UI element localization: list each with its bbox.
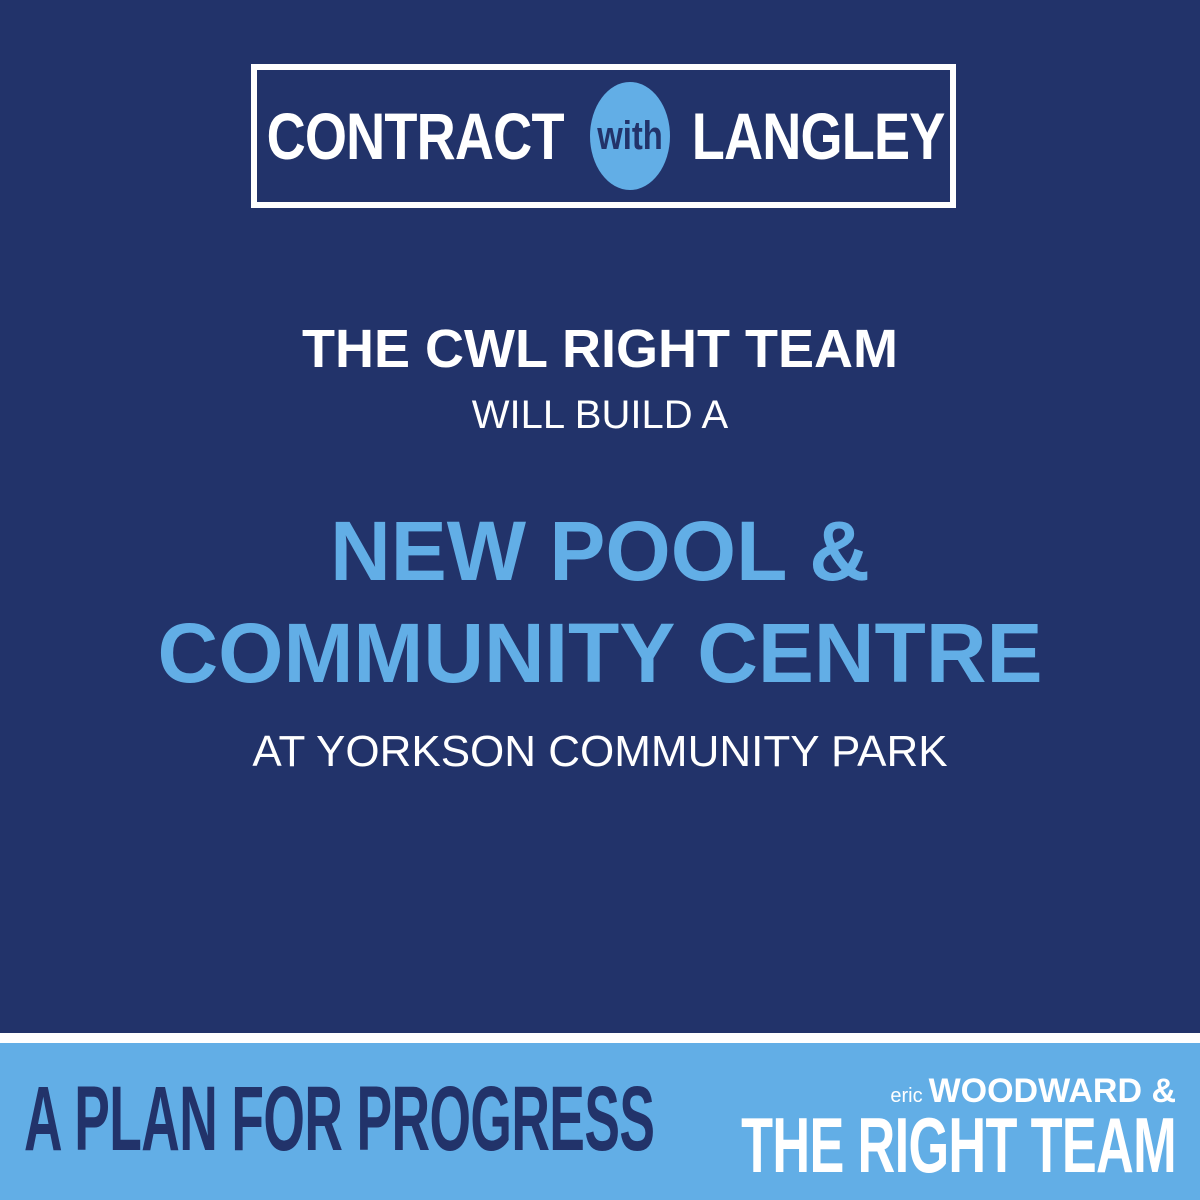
highlight-new-pool: NEW POOL &: [330, 504, 870, 598]
logo-word-langley: LANGLEY: [692, 99, 946, 173]
headline-will-build: WILL BUILD A: [471, 393, 729, 437]
logo-word-with: with: [597, 114, 664, 158]
footer-divider: [0, 1033, 1200, 1043]
contract-with-langley-logo: CONTRACT with LANGLEY: [251, 64, 956, 208]
footer-banner: A PLAN FOR PROGRESS eric WOODWARD & THE R…: [0, 1043, 1200, 1200]
footer-tagline: A PLAN FOR PROGRESS: [24, 1068, 655, 1170]
headline-location: AT YORKSON COMMUNITY PARK: [252, 727, 948, 776]
logo-with-circle: with: [590, 82, 671, 190]
brand-team-name: THE RIGHT TEAM: [741, 1101, 1176, 1189]
logo-word-contract: CONTRACT: [266, 99, 565, 173]
main-panel: CONTRACT with LANGLEY THE CWL RIGHT TEAM…: [0, 0, 1200, 1033]
highlight-community-centre: COMMUNITY CENTRE: [157, 606, 1043, 700]
headline-team: THE CWL RIGHT TEAM: [302, 319, 898, 379]
woodward-brand-logo: eric WOODWARD & THE RIGHT TEAM: [741, 1071, 1176, 1185]
